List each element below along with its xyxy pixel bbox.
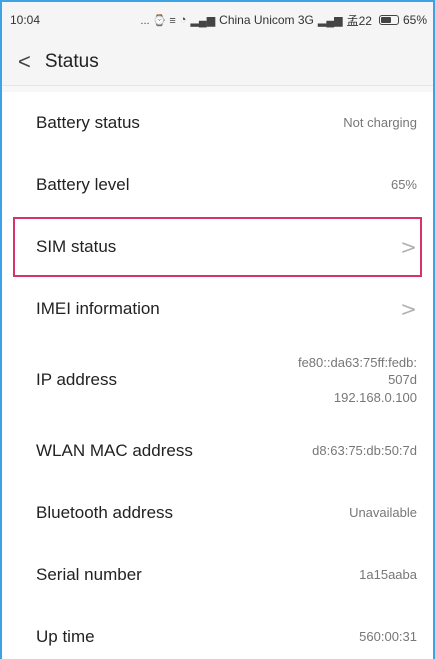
row-value: Unavailable (349, 505, 417, 521)
ip-line-2: 507d (388, 372, 417, 388)
wifi-icon: ◔ (179, 14, 187, 26)
battery-percent: 65% (402, 13, 427, 27)
status-bar: 10:04 ... ⌚ ≡ ◔ ▂▄▆ China Unicom 3G ▂▄▆ … (2, 2, 433, 38)
chevron-right-icon: > (400, 235, 417, 259)
row-value: Not charging (343, 115, 417, 131)
status-indicators: ... ⌚ ≡ ◔ ▂▄▆ China Unicom 3G ▂▄▆ 孟22 65… (140, 12, 427, 29)
row-label: IP address (36, 370, 117, 389)
row-ip-address: IP address fe80::da63:75ff:fedb: 507d 19… (2, 340, 433, 420)
row-label: Battery status (36, 113, 140, 132)
row-label: Up time (36, 627, 95, 646)
app-header: < Status (2, 38, 433, 86)
back-arrow-icon[interactable]: < (18, 50, 31, 73)
row-battery-level: Battery level 65% (2, 154, 433, 216)
row-bluetooth-address: Bluetooth address Unavailable (2, 482, 433, 544)
status-list: Battery status Not charging Battery leve… (2, 92, 433, 659)
battery-icon (378, 15, 399, 25)
row-imei-information[interactable]: IMEI information > (2, 278, 433, 340)
ip-line-3: 192.168.0.100 (333, 389, 417, 405)
row-label: Serial number (36, 565, 142, 584)
row-serial-number: Serial number 1a15aaba (2, 544, 433, 606)
signal-icon-2: ▂▄▆ (317, 14, 343, 27)
chevron-right-icon: > (400, 297, 417, 321)
row-value: d8:63:75:db:50:7d (312, 443, 417, 459)
row-wlan-mac-address: WLAN MAC address d8:63:75:db:50:7d (2, 420, 433, 482)
row-label: Battery level (36, 175, 130, 194)
row-label: IMEI information (36, 299, 160, 318)
row-value: 65% (390, 177, 417, 193)
row-label: SIM status (36, 237, 117, 256)
row-value: 560:00:31 (359, 629, 417, 645)
row-label: WLAN MAC address (36, 441, 193, 460)
row-up-time: Up time 560:00:31 (2, 606, 433, 659)
row-value: fe80::da63:75ff:fedb: 507d 192.168.0.100 (298, 354, 417, 407)
status-time: 10:04 (10, 13, 41, 27)
notification-icons: ... ⌚ ≡ (140, 14, 176, 27)
carrier-name: China Unicom 3G (219, 13, 314, 27)
status-extra: 孟22 (346, 13, 372, 28)
phone-screen: 10:04 ... ⌚ ≡ ◔ ▂▄▆ China Unicom 3G ▂▄▆ … (0, 0, 435, 659)
row-label: Bluetooth address (36, 503, 174, 522)
row-battery-status: Battery status Not charging (2, 92, 433, 154)
row-sim-status[interactable]: SIM status > (12, 216, 423, 278)
signal-icon: ▂▄▆ (190, 14, 216, 27)
page-title: Status (44, 50, 99, 72)
row-value: 1a15aaba (359, 567, 417, 583)
ip-line-1: fe80::da63:75ff:fedb: (297, 354, 417, 370)
